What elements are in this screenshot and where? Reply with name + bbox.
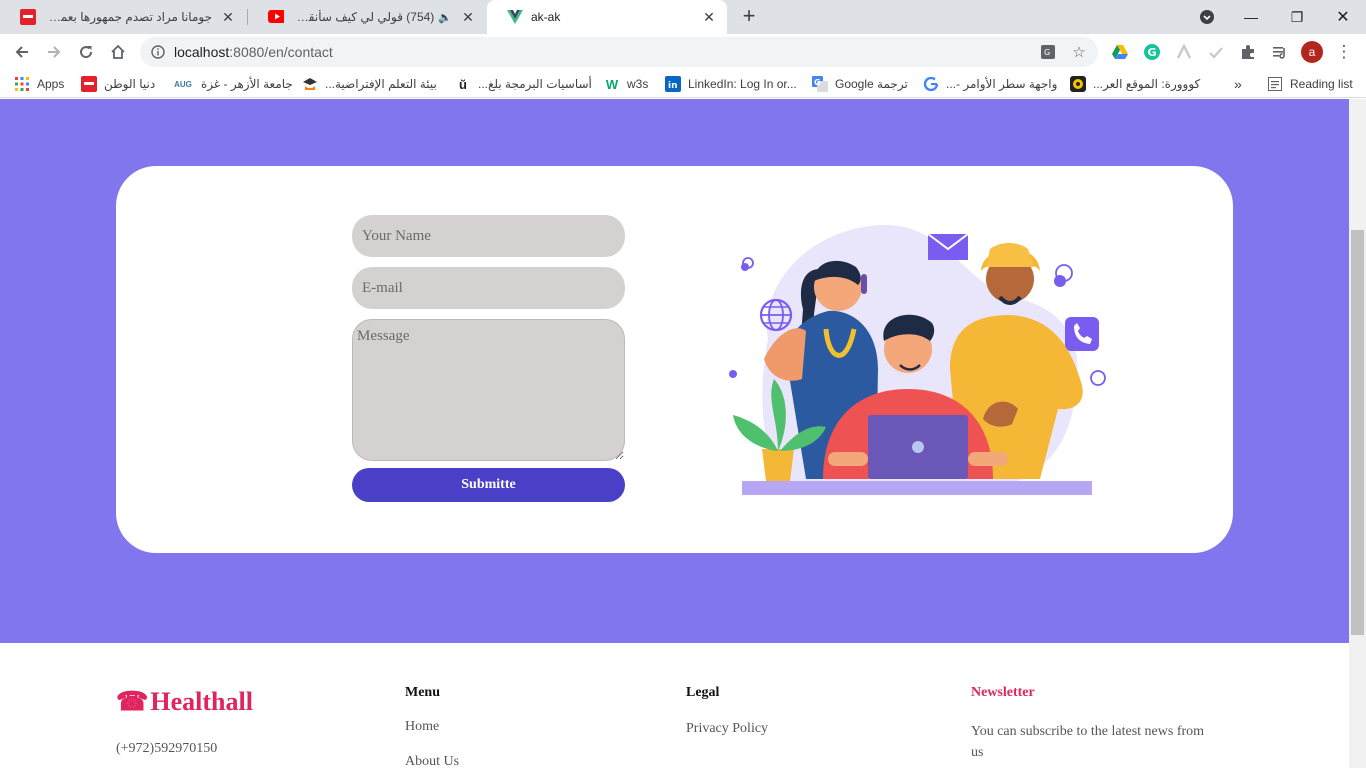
google-icon bbox=[923, 76, 939, 92]
contact-card: Submitte bbox=[116, 166, 1233, 553]
submit-button[interactable]: Submitte bbox=[352, 468, 625, 502]
decor-dot bbox=[741, 263, 749, 271]
watan-icon bbox=[81, 76, 97, 92]
site-footer: ☎ Healthall (+972)592970150 Menu Home Ab… bbox=[0, 643, 1349, 768]
footer-menu-title: Menu bbox=[405, 685, 440, 700]
info-icon[interactable] bbox=[148, 42, 168, 62]
decor-dot bbox=[1054, 275, 1066, 287]
scrollbar-thumb[interactable] bbox=[1351, 230, 1364, 635]
google-drive-icon[interactable] bbox=[1106, 38, 1134, 66]
moodle-icon bbox=[302, 76, 318, 92]
brand-name: Healthall bbox=[150, 687, 253, 716]
email-input[interactable] bbox=[352, 267, 625, 309]
translate-icon[interactable]: G bbox=[1038, 42, 1058, 62]
bookmark-star-icon[interactable]: ☆ bbox=[1069, 42, 1089, 62]
name-input[interactable] bbox=[352, 215, 625, 257]
minimize-button[interactable]: — bbox=[1228, 0, 1274, 34]
grammarly-icon[interactable]: G bbox=[1138, 38, 1166, 66]
reading-list-button[interactable]: Reading list bbox=[1267, 75, 1353, 93]
audio-icon[interactable]: 🔈 bbox=[438, 11, 452, 24]
address-bar[interactable]: localhost:8080/en/contact G ☆ bbox=[140, 37, 1098, 67]
bookmark-satr[interactable]: ŭ أساسيات البرمجة بلغ... bbox=[455, 75, 592, 93]
telephone-icon: ☎ bbox=[116, 687, 149, 716]
extensions-puzzle-icon[interactable] bbox=[1234, 38, 1262, 66]
tab-strip: جومانا مراد تصدم جمهورها بعمل فنـ ✕ (754… bbox=[0, 0, 1366, 34]
close-icon[interactable]: ✕ bbox=[220, 9, 236, 26]
footer-link-privacy[interactable]: Privacy Policy bbox=[686, 721, 768, 737]
svg-text:G: G bbox=[814, 78, 821, 87]
page-viewport: Submitte bbox=[0, 99, 1349, 768]
page-scrollbar[interactable] bbox=[1349, 99, 1366, 768]
w3schools-icon: W bbox=[605, 76, 619, 92]
chevron-more-icon[interactable]: » bbox=[1234, 75, 1242, 93]
bookmark-cli[interactable]: واجهة سطر الأوامر -... bbox=[923, 75, 1057, 93]
decor-dot bbox=[729, 370, 737, 378]
tab-search-icon[interactable] bbox=[1184, 0, 1230, 34]
browser-toolbar: localhost:8080/en/contact G ☆ G a ⋮ bbox=[0, 34, 1366, 70]
tab-ak-ak[interactable]: ak-ak ✕ bbox=[487, 0, 727, 34]
contact-hero-section: Submitte bbox=[0, 99, 1349, 643]
url-text[interactable]: localhost:8080/en/contact bbox=[174, 44, 333, 60]
bookmark-apps[interactable]: Apps bbox=[14, 75, 64, 93]
back-button[interactable] bbox=[8, 38, 36, 66]
reading-list-icon bbox=[1267, 76, 1283, 92]
team-illustration bbox=[729, 224, 1106, 495]
new-tab-button[interactable]: + bbox=[737, 5, 761, 29]
media-control-icon[interactable] bbox=[1266, 38, 1294, 66]
reload-button[interactable] bbox=[72, 38, 100, 66]
apps-grid-icon bbox=[14, 76, 30, 92]
restore-button[interactable]: ❐ bbox=[1274, 0, 1320, 34]
bookmark-moodle[interactable]: بيئة التعلم الإفتراضية... bbox=[302, 75, 437, 93]
close-icon[interactable]: ✕ bbox=[460, 9, 476, 26]
svg-text:G: G bbox=[1044, 48, 1050, 57]
footer-link-about[interactable]: About Us bbox=[405, 754, 459, 768]
brand-logo[interactable]: ☎ Healthall bbox=[116, 687, 253, 717]
tab-title: ak-ak bbox=[531, 10, 561, 24]
youtube-favicon bbox=[268, 9, 284, 25]
footer-legal-title: Legal bbox=[686, 685, 720, 700]
kooora-icon bbox=[1070, 76, 1086, 92]
bookmarks-bar: Apps دنيا الوطن AUG جامعة الأزهر - غزة ب… bbox=[0, 70, 1366, 98]
footer-newsletter-title: Newsletter bbox=[971, 685, 1035, 700]
footer-phone: (+972)592970150 bbox=[116, 741, 218, 756]
footer-newsletter-text: You can subscribe to the latest news fro… bbox=[971, 724, 1205, 760]
linkedin-icon: in bbox=[665, 76, 681, 92]
tab-title: (754) قولي لي كيف سأنقذ نفسـ bbox=[292, 10, 435, 24]
footer-link-home[interactable]: Home bbox=[405, 719, 439, 735]
desk-surface bbox=[742, 481, 1092, 495]
close-icon[interactable]: ✕ bbox=[701, 9, 717, 26]
bookmark-azhar[interactable]: AUG جامعة الأزهر - غزة bbox=[172, 75, 293, 93]
bookmark-translate[interactable]: G Google ترجمة bbox=[812, 75, 908, 93]
bookmark-kooora[interactable]: كووورة: الموقع العر... bbox=[1070, 75, 1200, 93]
tab-youtube[interactable]: (754) قولي لي كيف سأنقذ نفسـ 🔈 ✕ bbox=[248, 0, 486, 34]
watan-favicon bbox=[20, 9, 36, 25]
tab-title: جومانا مراد تصدم جمهورها بعمل فنـ bbox=[44, 10, 212, 24]
envelope-icon bbox=[927, 233, 969, 260]
phone-bubble-icon bbox=[1065, 317, 1099, 351]
tab-news[interactable]: جومانا مراد تصدم جمهورها بعمل فنـ ✕ bbox=[0, 0, 246, 34]
translate-icon: G bbox=[812, 76, 828, 92]
message-textarea[interactable] bbox=[352, 319, 625, 461]
satr-icon: ŭ bbox=[459, 76, 467, 92]
profile-avatar[interactable]: a bbox=[1301, 41, 1323, 63]
bookmark-w3s[interactable]: W w3s bbox=[604, 75, 648, 93]
extension-a-icon[interactable] bbox=[1170, 38, 1198, 66]
menu-kebab-icon[interactable]: ⋮ bbox=[1330, 38, 1358, 66]
svg-text:G: G bbox=[1148, 46, 1157, 59]
svg-text:in: in bbox=[668, 81, 678, 91]
bookmark-linkedin[interactable]: in LinkedIn: Log In or... bbox=[665, 75, 797, 93]
forward-button[interactable] bbox=[40, 38, 68, 66]
decor-circle bbox=[1090, 370, 1106, 386]
vue-favicon bbox=[507, 9, 523, 25]
checkmark-extension-icon[interactable] bbox=[1202, 38, 1230, 66]
close-window-button[interactable]: ✕ bbox=[1320, 0, 1366, 34]
home-button[interactable] bbox=[104, 38, 132, 66]
azhar-icon: AUG bbox=[174, 79, 192, 89]
bookmark-watan[interactable]: دنيا الوطن bbox=[81, 75, 155, 93]
